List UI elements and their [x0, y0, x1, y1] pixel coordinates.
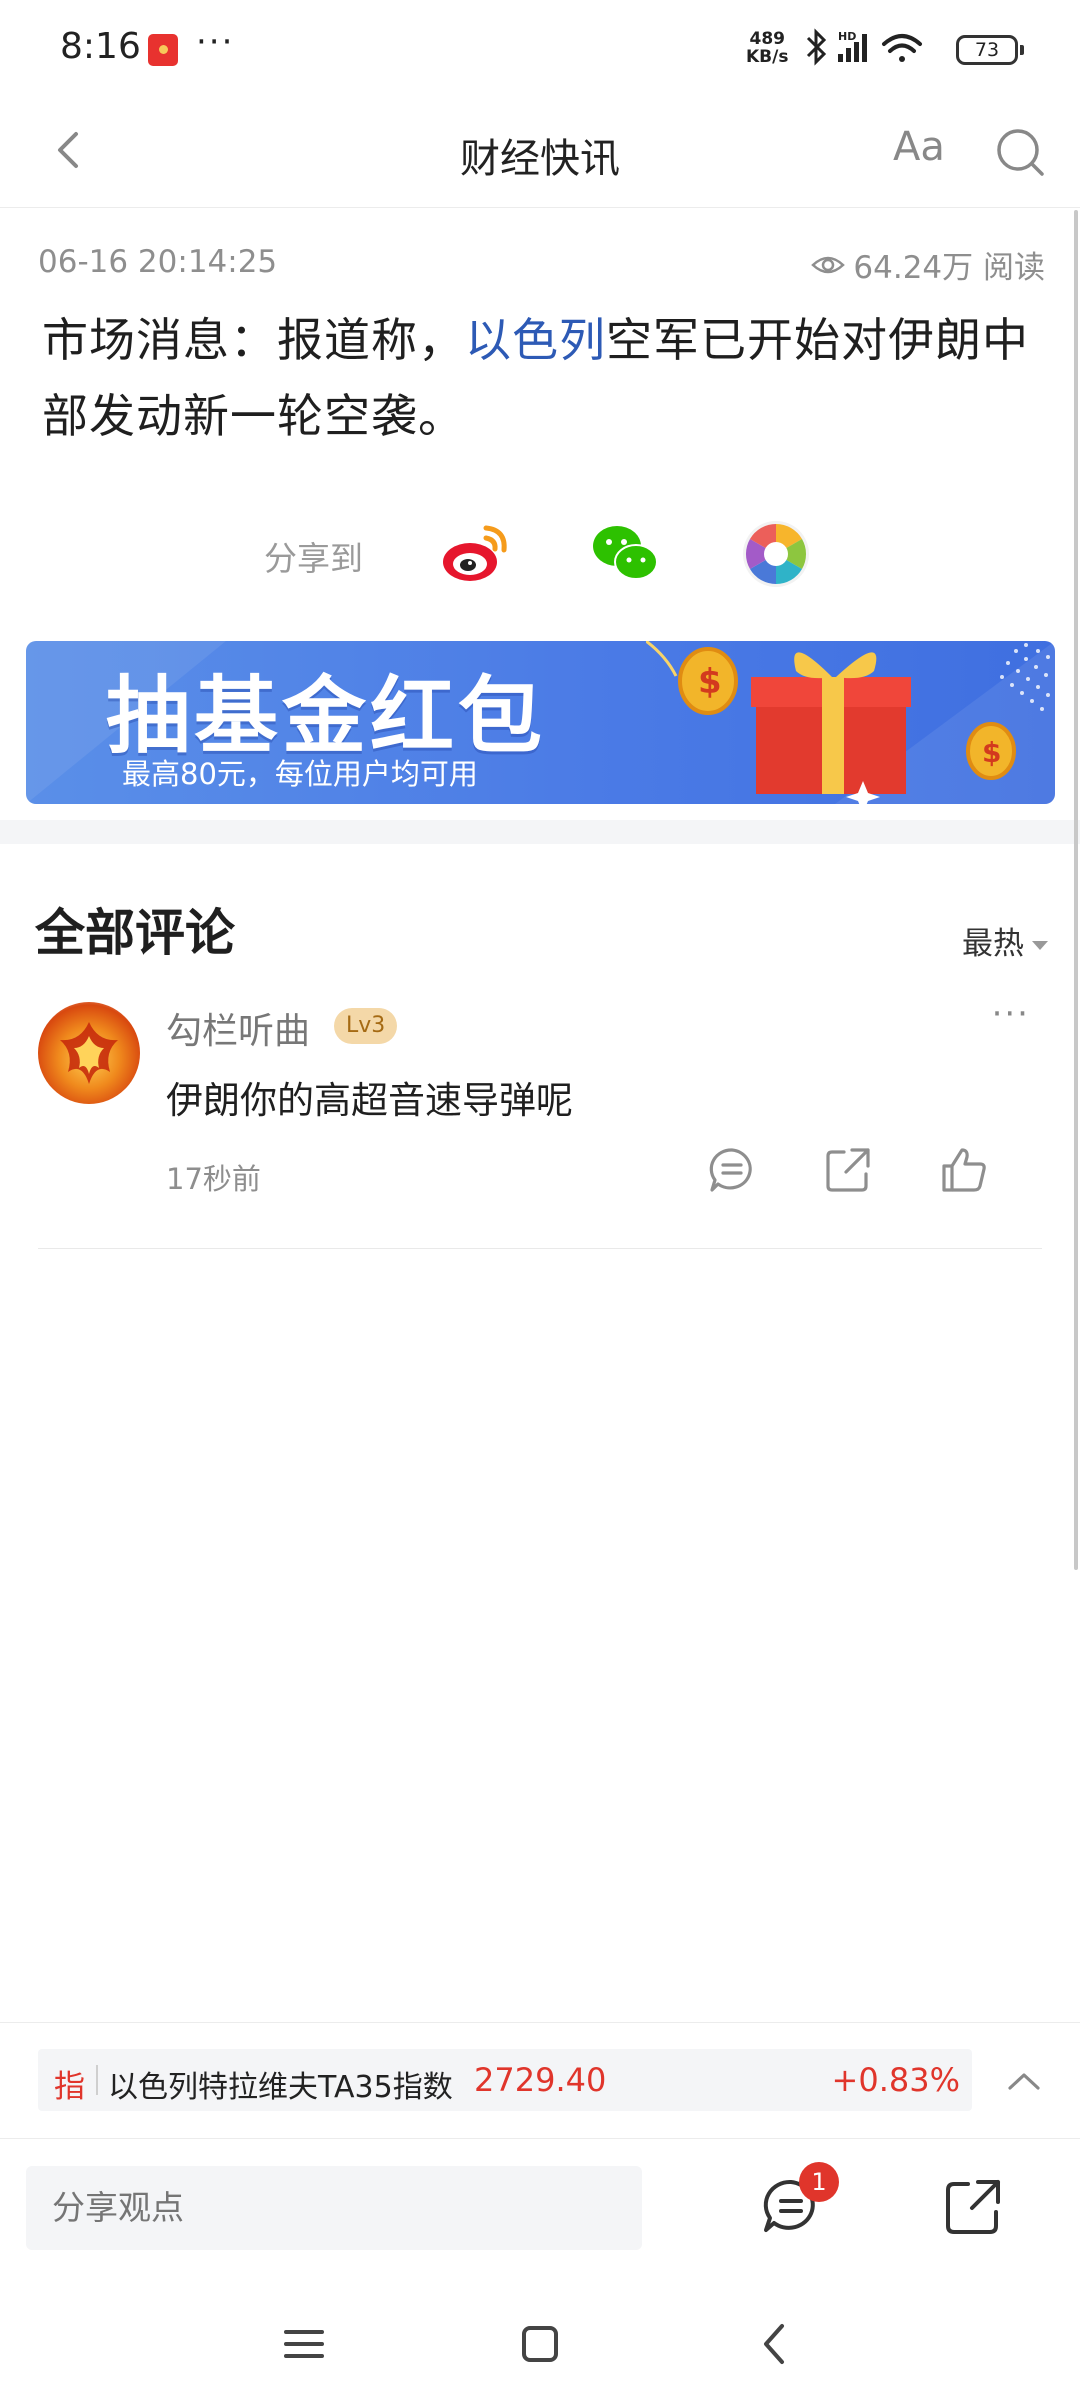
comments-section-title: 全部评论	[35, 904, 235, 962]
gift-box-illustration: $ $	[646, 641, 1050, 804]
coin-icon: $	[678, 647, 738, 715]
index-tag: 指	[54, 2069, 85, 2105]
bluetooth-icon	[806, 28, 827, 66]
comment-item: 勾栏听曲 Lv3 ··· 伊朗你的高超音速导弹呢 17秒前	[0, 990, 1080, 1250]
share-comment-button[interactable]	[822, 1144, 874, 1196]
share-label: 分享到	[264, 539, 363, 578]
wifi-icon	[882, 34, 922, 62]
network-speed: 489 KB/s	[746, 29, 789, 67]
weibo-icon[interactable]	[440, 518, 512, 590]
section-divider	[0, 820, 1080, 844]
home-icon[interactable]	[512, 2316, 568, 2372]
read-count-text: 64.24万 阅读	[853, 250, 1045, 286]
stock-keyword-link[interactable]: 以色列	[465, 313, 606, 367]
article-body: 市场消息：报道称，以色列空军已开始对伊朗中部发动新一轮空袭。	[42, 302, 1052, 454]
status-bar: 8:16 ··· 489 KB/s HD 73	[0, 0, 1080, 98]
comment-username[interactable]: 勾栏听曲	[166, 1002, 310, 1054]
menu-icon[interactable]	[276, 2316, 332, 2372]
share-button[interactable]	[942, 2176, 1004, 2238]
red-packet-notification-icon	[148, 34, 178, 66]
like-button[interactable]	[938, 1144, 990, 1196]
comment-time: 17秒前	[166, 1162, 261, 1196]
top-app-bar: 财经快讯 Aa	[0, 98, 1080, 208]
back-nav-icon[interactable]	[748, 2316, 804, 2372]
comment-text: 伊朗你的高超音速导弹呢	[166, 1079, 573, 1122]
system-navigation-bar	[0, 2290, 1080, 2400]
fund-red-packet-banner[interactable]: 抽基金红包 最高80元，每位用户均可用 $ $	[26, 641, 1055, 804]
eye-icon	[811, 256, 846, 273]
more-options-button[interactable]: ···	[992, 994, 1030, 1034]
search-button[interactable]	[992, 124, 1048, 180]
connectivity-icons: HD	[806, 28, 922, 66]
status-time: 8:16	[60, 26, 141, 67]
stock-name: 以色列特拉维夫TA35指数	[108, 2070, 453, 2105]
caret-down-icon	[1032, 941, 1048, 950]
comment-count-badge: 1	[799, 2162, 839, 2202]
moments-icon[interactable]	[740, 518, 812, 590]
banner-subtitle: 最高80元，每位用户均可用	[122, 757, 478, 791]
avatar[interactable]	[38, 1002, 140, 1104]
comment-separator	[38, 1248, 1042, 1249]
scrollbar[interactable]	[1074, 210, 1078, 1570]
battery-icon: 73	[956, 35, 1024, 65]
reply-button[interactable]	[706, 1144, 758, 1196]
stock-price: 2729.40	[474, 2061, 607, 2099]
sort-label: 最热	[962, 926, 1024, 962]
stock-change: +0.83%	[831, 2061, 960, 2099]
user-level-badge: Lv3	[334, 1008, 398, 1044]
svg-text:$: $	[982, 736, 1001, 769]
svg-text:HD: HD	[838, 30, 856, 43]
font-size-button[interactable]: Aa	[893, 124, 945, 170]
article-text-prefix: 市场消息：报道称，	[42, 313, 465, 367]
article-timestamp: 06-16 20:14:25	[38, 244, 278, 280]
read-count: 64.24万 阅读	[811, 242, 1045, 287]
share-opinion-input[interactable]	[26, 2166, 642, 2250]
more-notifications-icon: ···	[196, 22, 235, 62]
share-row: 分享到	[0, 514, 1080, 590]
phoenix-avatar-image	[60, 1022, 118, 1084]
sort-dropdown[interactable]: 最热	[962, 918, 1048, 963]
related-stock-bar[interactable]: 指 以色列特拉维夫TA35指数 2729.40 +0.83%	[38, 2049, 972, 2111]
wechat-icon[interactable]	[590, 518, 662, 590]
coin-icon: $	[966, 722, 1016, 780]
chevron-up-icon[interactable]	[1004, 2062, 1044, 2102]
svg-text:$: $	[698, 662, 722, 702]
signal-icon: HD	[838, 30, 867, 62]
